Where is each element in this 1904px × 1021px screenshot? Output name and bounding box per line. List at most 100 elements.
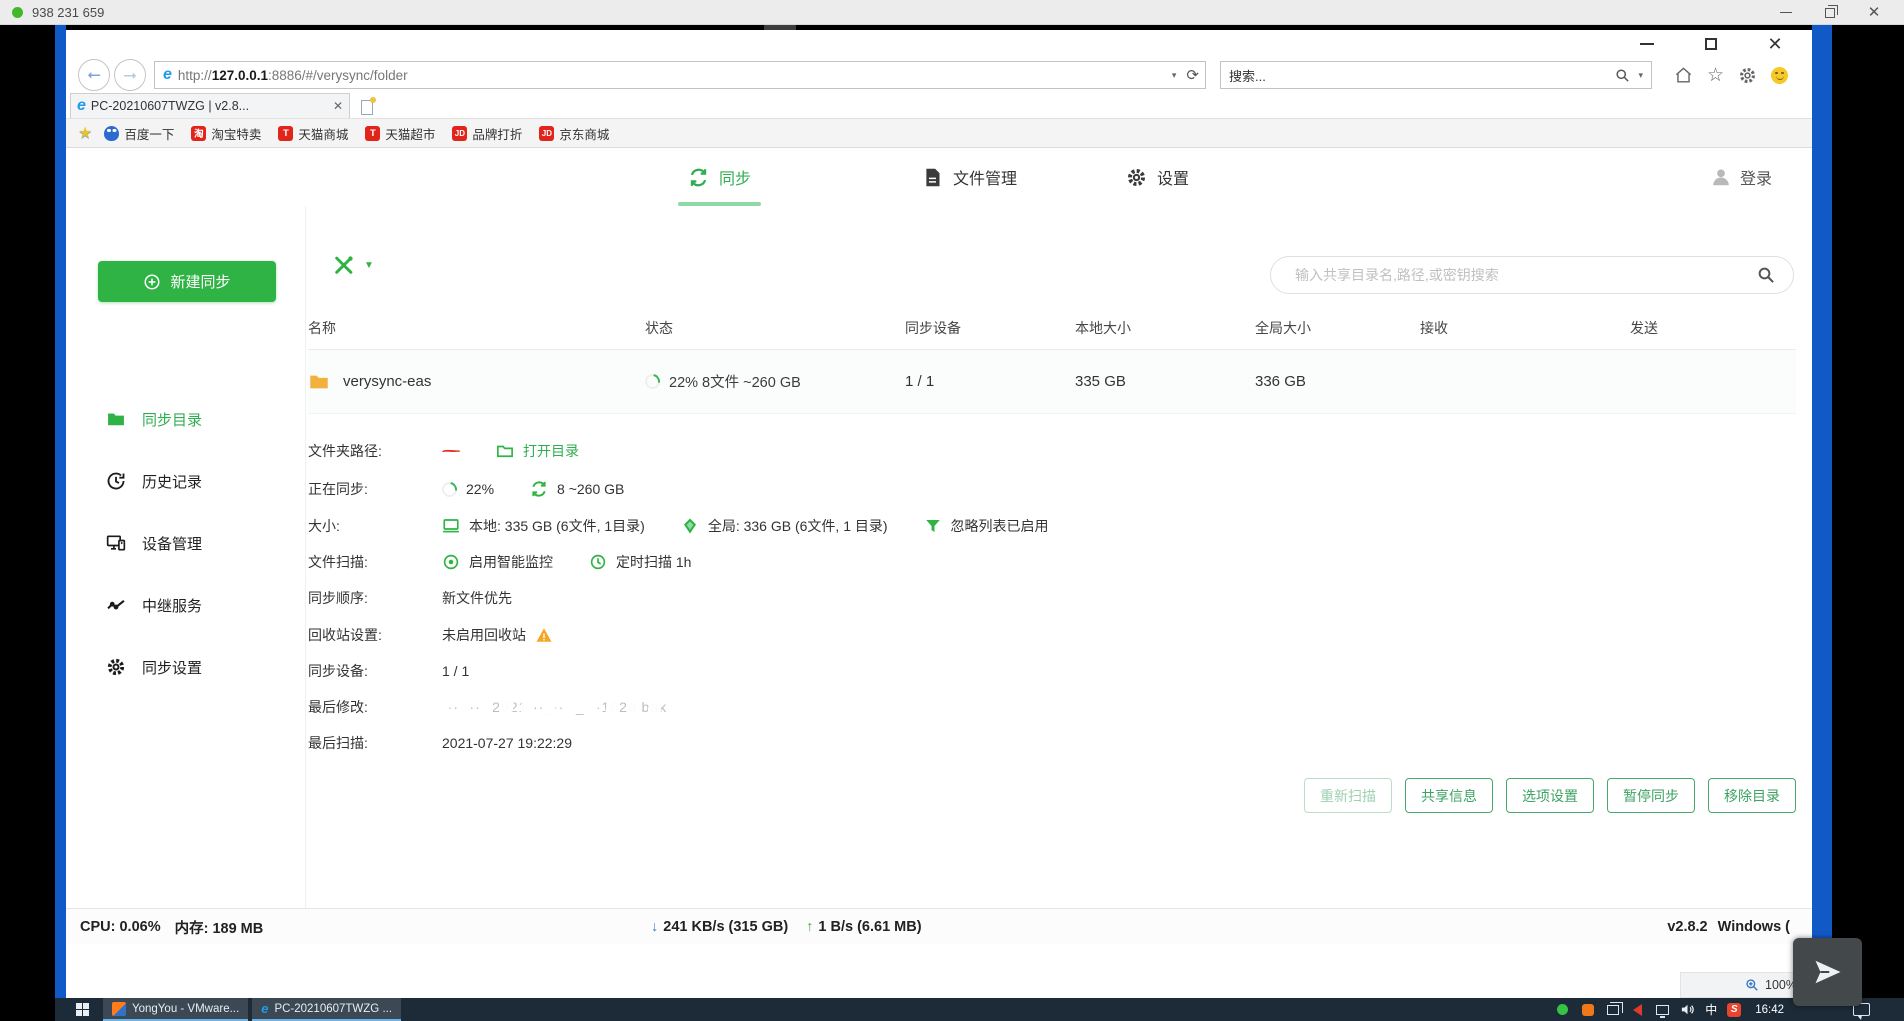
browser-close-button[interactable]: ✕ <box>1752 32 1798 56</box>
host-minimize-button[interactable] <box>1764 0 1808 25</box>
forward-button[interactable]: ⭢ <box>114 59 146 91</box>
browser-search-input[interactable]: 搜索... ▾ <box>1220 61 1652 89</box>
folder-icon <box>106 409 126 429</box>
search-icon[interactable] <box>1615 68 1630 83</box>
app-status-bar: CPU: 0.06% 内存: 189 MB ↓ 241 KB/s (315 GB… <box>66 908 1812 944</box>
desktop-wallpaper-edge-left <box>55 25 66 998</box>
favorites-star-icon[interactable]: ☆ <box>1707 64 1724 87</box>
new-tab-button[interactable] <box>354 96 380 118</box>
browser-maximize-button[interactable] <box>1688 32 1734 56</box>
bookmarks-star-icon[interactable]: ★ <box>78 123 92 143</box>
app-version: v2.8.2 <box>1667 919 1707 935</box>
table-row[interactable]: verysync-eas 22% 8文件 ~260 GB 1 / 1 335 G… <box>308 350 1796 414</box>
options-button[interactable]: 选项设置 <box>1506 778 1594 813</box>
session-status-dot <box>12 7 23 18</box>
sidebar-item-devices[interactable]: 设备管理 <box>66 526 305 560</box>
bookmark-jd-discount[interactable]: JD 品牌打折 <box>447 124 527 143</box>
folder-search-placeholder: 输入共享目录名,路径,或密钥搜索 <box>1295 265 1757 285</box>
open-directory-link[interactable]: 打开目录 <box>523 441 579 461</box>
bookmark-tmall-market[interactable]: T 天猫超市 <box>360 124 440 143</box>
tools-dropdown-icon[interactable]: ▼ <box>364 260 374 271</box>
tray-network-monitor-icon[interactable] <box>1655 1002 1670 1017</box>
sidebar-item-sync-settings[interactable]: 同步设置 <box>66 650 305 684</box>
app-os: Windows ( <box>1718 919 1790 935</box>
rescan-button[interactable]: 重新扫描 <box>1304 778 1392 813</box>
detail-last-scan: 最后扫描: 2021-07-27 19:22:29 <box>308 728 572 758</box>
remove-folder-button[interactable]: 移除目录 <box>1708 778 1796 813</box>
sidebar-item-relay[interactable]: 中继服务 <box>66 588 305 622</box>
bookmark-tmall[interactable]: T 天猫商城 <box>273 124 353 143</box>
ie-tab-icon: e <box>77 97 86 115</box>
browser-window: ✕ ⭠ ⭢ e http://127.0.0.1:8886/#/verysync… <box>66 30 1812 998</box>
bookmark-jd-mall[interactable]: JD 京东商城 <box>534 124 614 143</box>
bulk-tools-button[interactable]: ▼ <box>333 254 374 276</box>
browser-settings-gear-icon[interactable] <box>1738 66 1757 85</box>
gear-icon <box>1126 167 1147 188</box>
tray-windows-stack-icon[interactable] <box>1605 1002 1620 1017</box>
detail-size: 大小: 本地: 335 GB (6文件, 1目录) 全局: 336 GB (6文… <box>308 511 1049 541</box>
tab-settings[interactable]: 设置 <box>1126 148 1189 206</box>
address-bar[interactable]: e http://127.0.0.1:8886/#/verysync/folde… <box>154 61 1206 89</box>
detail-folder-path: 文件夹路径: 打开目录 <box>308 436 579 466</box>
redacted-filename: ··· ·····2021···_····_···1020.bak <box>442 699 667 715</box>
vmware-app-icon <box>112 1002 126 1016</box>
feedback-smiley-icon[interactable] <box>1771 67 1788 84</box>
sidebar-item-history[interactable]: 历史记录 <box>66 464 305 498</box>
system-tray: 中 S 16:42 <box>1555 998 1784 1021</box>
input-method-indicator[interactable]: 中 <box>1705 1001 1717 1018</box>
new-sync-button[interactable]: 新建同步 <box>98 261 276 302</box>
tray-orange-app-icon[interactable] <box>1580 1002 1595 1017</box>
table-header: 名称 状态 同步设备 本地大小 全局大小 接收 发送 <box>308 306 1796 350</box>
search-icon[interactable] <box>1757 266 1775 284</box>
desktop-wallpaper-edge-right <box>1812 25 1832 998</box>
start-button[interactable] <box>65 998 99 1021</box>
host-close-button[interactable]: ✕ <box>1852 0 1896 25</box>
memory-usage: 内存: 189 MB <box>175 917 264 938</box>
tab-sync[interactable]: 同步 <box>688 148 751 206</box>
taskbar-item-vmware[interactable]: YongYou - VMware... <box>103 998 248 1021</box>
host-restore-button[interactable] <box>1808 0 1852 25</box>
search-dropdown-icon[interactable]: ▾ <box>1638 70 1643 81</box>
app-top-nav: 同步 文件管理 设置 登录 <box>66 148 1812 206</box>
detail-sync-order: 同步顺序: 新文件优先 <box>308 583 512 613</box>
bookmark-taobao[interactable]: 淘 淘宝特卖 <box>186 124 266 143</box>
tools-icon <box>333 254 355 276</box>
detail-recycle: 回收站设置: 未启用回收站 <box>308 620 553 650</box>
share-info-button[interactable]: 共享信息 <box>1405 778 1493 813</box>
devices-count: 1 / 1 <box>905 373 1075 390</box>
browser-minimize-button[interactable] <box>1624 32 1670 56</box>
timer-clock-icon <box>589 553 607 571</box>
tab-title: PC-20210607TWZG | v2.8... <box>91 99 329 113</box>
history-clock-icon <box>106 471 126 491</box>
global-size: 336 GB <box>1255 373 1420 390</box>
tab-close-icon[interactable]: ✕ <box>333 99 343 113</box>
browser-tab[interactable]: e PC-20210607TWZG | v2.8... ✕ <box>70 93 350 118</box>
taskbar-item-browser[interactable]: e PC-20210607TWZG ... <box>252 998 401 1021</box>
windows-logo-icon <box>76 1003 89 1016</box>
bookmark-baidu[interactable]: 百度一下 <box>99 124 179 143</box>
smart-monitor-icon <box>442 553 460 571</box>
ie-icon: e <box>163 66 172 84</box>
remote-overlay-button[interactable] <box>1793 938 1862 1006</box>
url-prefix: http:// <box>178 68 212 83</box>
home-icon[interactable] <box>1674 66 1693 85</box>
back-button[interactable]: ⭠ <box>78 59 110 91</box>
pause-sync-button[interactable]: 暂停同步 <box>1607 778 1695 813</box>
login-button[interactable]: 登录 <box>1710 148 1772 206</box>
sidebar-item-sync-folders[interactable]: 同步目录 <box>66 402 305 436</box>
tab-file-manager[interactable]: 文件管理 <box>922 148 1017 206</box>
tray-volume-icon[interactable] <box>1680 1002 1695 1017</box>
sogou-icon[interactable]: S <box>1727 1003 1741 1017</box>
local-size: 335 GB <box>1075 373 1255 390</box>
tray-green-status-icon[interactable] <box>1555 1002 1570 1017</box>
ie-icon: e <box>261 1001 268 1016</box>
refresh-icon[interactable]: ⟳ <box>1186 66 1199 84</box>
sidebar: 新建同步 同步目录 历史记录 设备管理 中继服务 <box>66 206 306 908</box>
folder-search-input[interactable]: 输入共享目录名,路径,或密钥搜索 <box>1270 256 1794 294</box>
address-dropdown-icon[interactable]: ▾ <box>1172 70 1177 81</box>
taskbar-clock[interactable]: 16:42 <box>1755 1004 1784 1016</box>
local-computer-icon <box>442 517 460 535</box>
download-rate: 241 KB/s (315 GB) <box>663 919 788 935</box>
tray-red-player-icon[interactable] <box>1630 1002 1645 1017</box>
baidu-icon <box>104 126 119 141</box>
